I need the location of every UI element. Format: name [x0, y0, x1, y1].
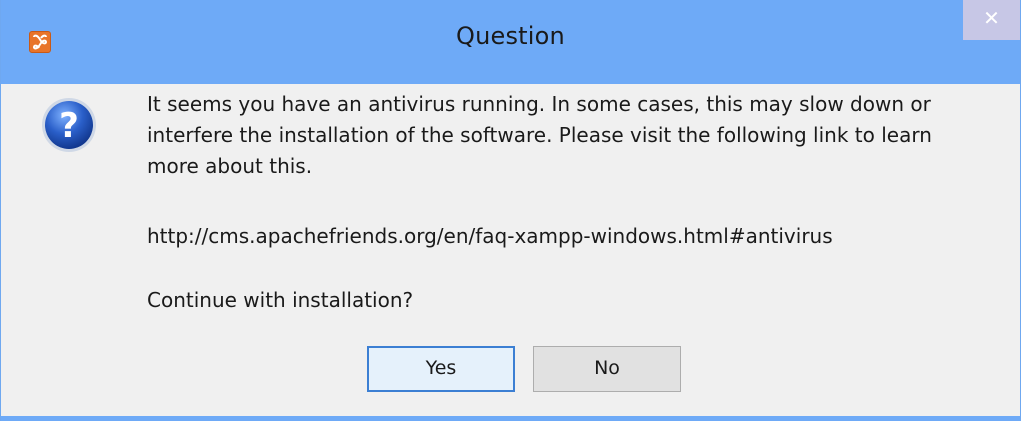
question-dialog-window: Question ✕ ? It seems you have an antivi… — [0, 0, 1021, 421]
question-icon: ? — [39, 95, 99, 155]
title-bar[interactable]: Question ✕ — [1, 0, 1020, 84]
svg-text:?: ? — [59, 106, 79, 146]
dialog-body: ? It seems you have an antivirus running… — [1, 84, 1020, 416]
no-button[interactable]: No — [533, 346, 681, 392]
yes-button[interactable]: Yes — [367, 346, 515, 392]
window-title: Question — [456, 22, 565, 50]
faq-link-text: http://cms.apachefriends.org/en/faq-xamp… — [147, 224, 833, 248]
close-button[interactable]: ✕ — [963, 0, 1020, 40]
continue-prompt: Continue with installation? — [147, 288, 414, 312]
window-bottom-border — [1, 416, 1020, 421]
close-icon: ✕ — [983, 6, 1000, 30]
dialog-message: It seems you have an antivirus running. … — [147, 92, 932, 178]
